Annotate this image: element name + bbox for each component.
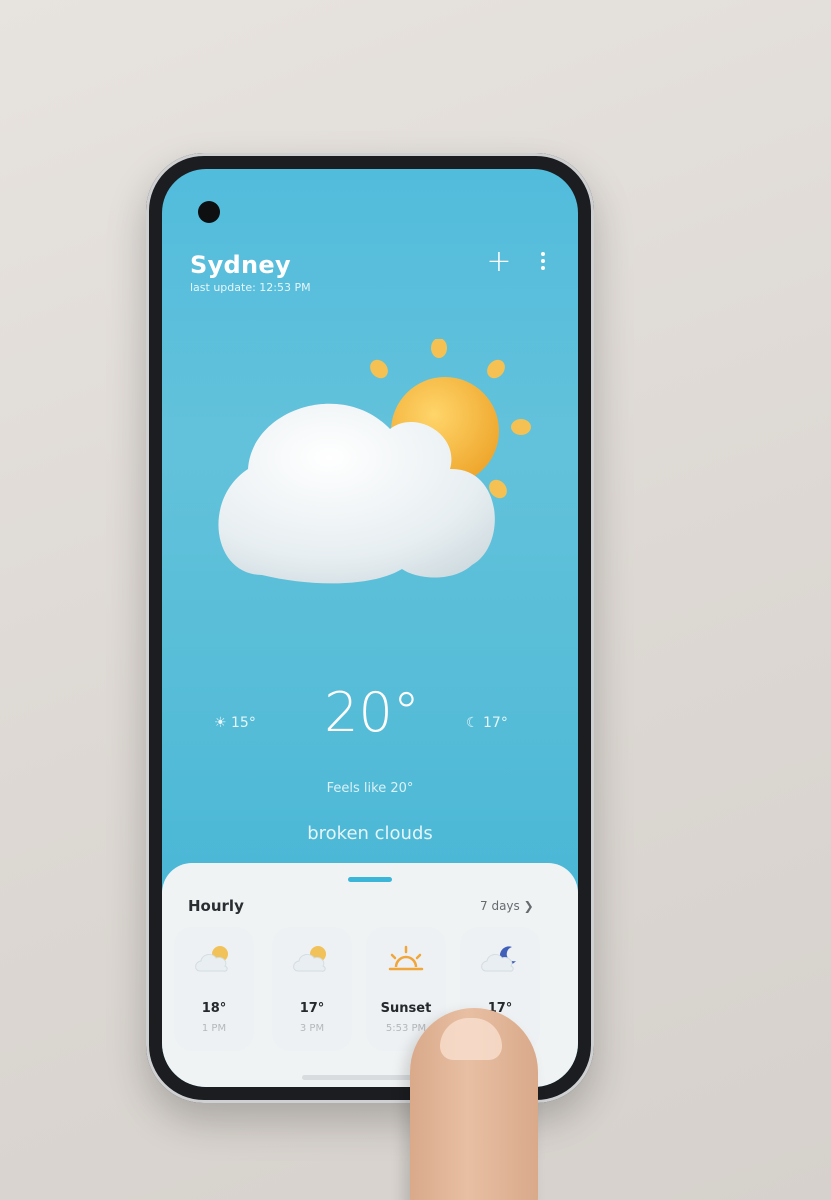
partly-cloudy-icon (218, 339, 531, 584)
weather-screen: Sydney last update: 12:53 PM + ☀ 15° 20°… (162, 169, 578, 1087)
city-name[interactable]: Sydney (190, 251, 291, 279)
sunset-icon (388, 945, 424, 971)
partly-cloudy-night-icon (481, 946, 516, 972)
front-camera (198, 201, 220, 223)
moon-icon: ☾ (466, 715, 484, 731)
hourly-card[interactable]: 18° 1 PM (174, 927, 254, 1051)
more-vertical-icon[interactable] (536, 249, 550, 275)
low-temperature: ☀ 15° (214, 715, 256, 731)
hourly-title: Hourly (188, 897, 244, 915)
hourly-temp: 18° (201, 1001, 227, 1016)
finger (410, 1008, 538, 1200)
weather-description: broken clouds (307, 823, 433, 844)
current-temperature: 20° (324, 681, 420, 744)
partly-cloudy-icon (293, 946, 326, 972)
sheet-drag-handle[interactable] (348, 877, 392, 882)
seven-days-link[interactable]: 7 days ❯ (480, 899, 534, 913)
sun-icon: ☀ (214, 715, 232, 731)
hourly-temp: 17° (299, 1001, 325, 1016)
feels-like-label: Feels like 20° (326, 781, 414, 796)
plus-icon[interactable]: + (486, 247, 512, 277)
hourly-temp: Sunset (380, 1001, 432, 1016)
partly-cloudy-icon (195, 946, 228, 972)
last-updated-label: last update: 12:53 PM (190, 281, 311, 294)
hourly-card[interactable]: 17° 3 PM (272, 927, 352, 1051)
night-temperature: ☾ 17° (466, 715, 508, 731)
hourly-time: 1 PM (201, 1023, 227, 1034)
fingernail (440, 1018, 502, 1060)
hourly-time: 3 PM (299, 1023, 325, 1034)
phone-device: Sydney last update: 12:53 PM + ☀ 15° 20°… (146, 153, 594, 1103)
